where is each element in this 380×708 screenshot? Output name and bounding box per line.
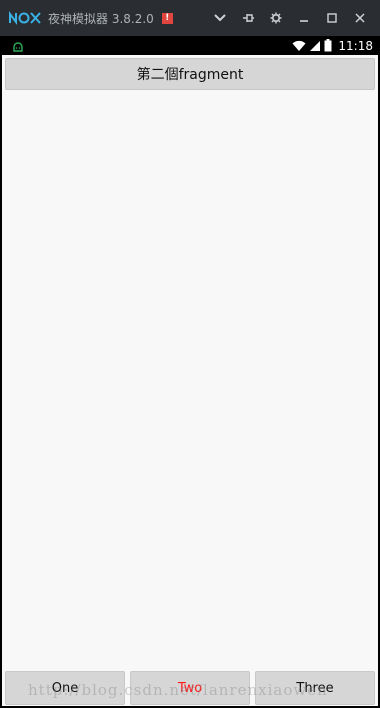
battery-icon [324, 39, 332, 52]
tab-two-button[interactable]: Two [130, 671, 250, 705]
pin-icon[interactable] [234, 4, 262, 32]
window-controls [206, 0, 374, 36]
maximize-icon[interactable] [318, 4, 346, 32]
emulator-titlebar: 夜神模拟器 3.8.2.0 ! [0, 0, 380, 36]
nox-logo-icon [9, 11, 41, 25]
emulator-title: 夜神模拟器 3.8.2.0 [48, 11, 154, 26]
signal-icon [310, 40, 321, 51]
android-device: 11:18 第二個fragment One Two Three http://b… [0, 36, 380, 708]
wifi-icon [292, 40, 306, 51]
bottom-tab-bar: One Two Three [2, 671, 378, 705]
status-bar: 11:18 [0, 36, 380, 55]
tab-one-button[interactable]: One [5, 671, 125, 705]
tab-three-button[interactable]: Three [255, 671, 375, 705]
minimize-icon[interactable] [290, 4, 318, 32]
alert-badge[interactable]: ! [161, 12, 173, 24]
fragment-title-button[interactable]: 第二個fragment [5, 58, 375, 90]
status-clock: 11:18 [338, 38, 373, 53]
android-debug-icon [13, 41, 23, 52]
gear-icon[interactable] [262, 4, 290, 32]
chevron-down-icon[interactable] [206, 4, 234, 32]
close-icon[interactable] [346, 4, 374, 32]
status-icons: 11:18 [292, 36, 373, 55]
app-screen: 第二個fragment One Two Three http://blog.cs… [2, 55, 378, 706]
